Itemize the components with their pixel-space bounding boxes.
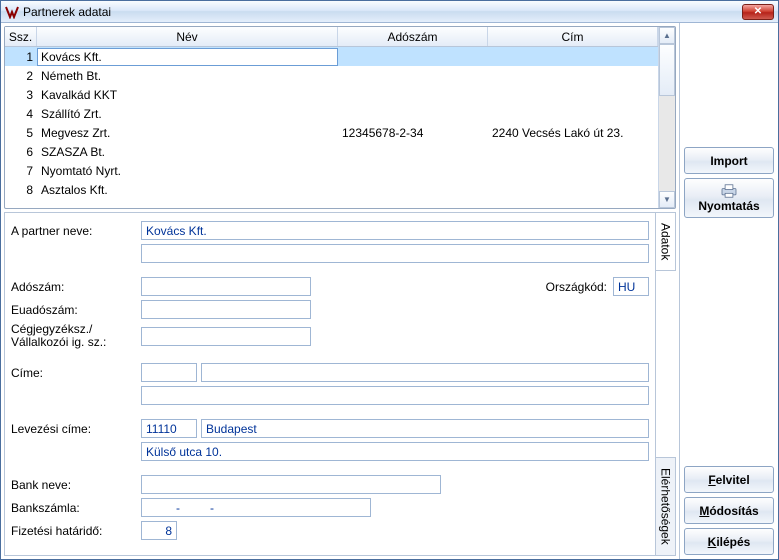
window: Partnerek adatai ✕ Ssz. Név Adószám Cím … xyxy=(0,0,779,560)
titlebar: Partnerek adatai ✕ xyxy=(1,1,778,23)
cell-nev: SZASZA Bt. xyxy=(37,145,338,159)
scroll-up-button[interactable]: ▲ xyxy=(659,27,675,44)
row-adoszam: Adószám: Országkód: xyxy=(11,277,649,296)
input-cegjegyzek[interactable] xyxy=(141,327,311,346)
cell-nev: Kovács Kft. xyxy=(37,48,338,66)
input-fizhat[interactable] xyxy=(141,521,177,540)
row-fizhat: Fizetési határidő: xyxy=(11,521,649,540)
input-cim-varos[interactable] xyxy=(201,363,649,382)
grid-scrollbar[interactable]: ▲ ▼ xyxy=(658,27,675,208)
right-column: Import Nyomtatás Felvitel Módosítás Kilé… xyxy=(680,23,778,559)
form-wrap: A partner neve: Adószám: Országkód: xyxy=(4,212,676,556)
label-adoszam: Adószám: xyxy=(11,280,141,294)
cell-ssz: 3 xyxy=(5,88,37,102)
input-orszagkod[interactable] xyxy=(613,277,649,296)
table-row[interactable]: 3Kavalkád KKT xyxy=(5,85,658,104)
close-icon: ✕ xyxy=(754,6,762,17)
label-levelezesi: Levezési címe: xyxy=(11,422,141,436)
input-adoszam[interactable] xyxy=(141,277,311,296)
cell-ssz: 1 xyxy=(5,50,37,64)
cell-ssz: 7 xyxy=(5,164,37,178)
row-cim-1: Címe: xyxy=(11,363,649,382)
scroll-down-button[interactable]: ▼ xyxy=(659,191,675,208)
left-column: Ssz. Név Adószám Cím 1Kovács Kft.2Németh… xyxy=(1,23,680,559)
col-header-ssz[interactable]: Ssz. xyxy=(5,27,37,46)
cell-nev: Asztalos Kft. xyxy=(37,183,338,197)
main-area: Ssz. Név Adószám Cím 1Kovács Kft.2Németh… xyxy=(1,23,778,559)
row-bank-neve: Bank neve: xyxy=(11,475,649,494)
table-row[interactable]: 7Nyomtató Nyrt. xyxy=(5,161,658,180)
felvitel-button[interactable]: Felvitel xyxy=(684,466,774,493)
input-lev-varos[interactable] xyxy=(201,419,649,438)
window-title: Partnerek adatai xyxy=(23,5,742,19)
input-cim-utca[interactable] xyxy=(141,386,649,405)
tab-elerhetosegek[interactable]: Elérhetőségek xyxy=(656,457,676,556)
cell-nev: Szállító Zrt. xyxy=(37,107,338,121)
cell-ssz: 2 xyxy=(5,69,37,83)
table-row[interactable]: 5Megvesz Zrt.12345678-2-342240 Vecsés La… xyxy=(5,123,658,142)
cell-ssz: 4 xyxy=(5,107,37,121)
row-cegjegyzek: Cégjegyzéksz./ Vállalkozói ig. sz.: xyxy=(11,323,649,349)
col-header-cim[interactable]: Cím xyxy=(488,27,658,46)
col-header-nev[interactable]: Név xyxy=(37,27,338,46)
label-bankszamla: Bankszámla: xyxy=(11,501,141,515)
label-bank-neve: Bank neve: xyxy=(11,478,141,492)
print-button[interactable]: Nyomtatás xyxy=(684,178,774,218)
form-tabs: Adatok Elérhetőségek xyxy=(656,212,676,556)
cell-nev: Megvesz Zrt. xyxy=(37,126,338,140)
partners-grid: Ssz. Név Adószám Cím 1Kovács Kft.2Németh… xyxy=(4,26,676,209)
label-cime: Címe: xyxy=(11,366,141,380)
label-orszagkod: Országkód: xyxy=(546,280,607,294)
table-row[interactable]: 8Asztalos Kft. xyxy=(5,180,658,199)
label-partner-neve: A partner neve: xyxy=(11,224,141,238)
col-header-ado[interactable]: Adószám xyxy=(338,27,488,46)
label-cegjegyzek: Cégjegyzéksz./ Vállalkozói ig. sz.: xyxy=(11,323,141,349)
table-row[interactable]: 1Kovács Kft. xyxy=(5,47,658,66)
cell-nev: Nyomtató Nyrt. xyxy=(37,164,338,178)
cell-ssz: 8 xyxy=(5,183,37,197)
form-body: A partner neve: Adószám: Országkód: xyxy=(4,212,656,556)
input-lev-irsz[interactable] xyxy=(141,419,197,438)
cell-nev: Németh Bt. xyxy=(37,69,338,83)
row-euadoszam: Euadószám: xyxy=(11,300,649,319)
row-lev-1: Levezési címe: xyxy=(11,419,649,438)
grid-body: Ssz. Név Adószám Cím 1Kovács Kft.2Németh… xyxy=(5,27,658,208)
table-row[interactable]: 4Szállító Zrt. xyxy=(5,104,658,123)
grid-header: Ssz. Név Adószám Cím xyxy=(5,27,658,47)
grid-rows: 1Kovács Kft.2Németh Bt.3Kavalkád KKT4Szá… xyxy=(5,47,658,199)
input-cim-irsz[interactable] xyxy=(141,363,197,382)
row-partner-neve: A partner neve: xyxy=(11,221,649,240)
scroll-thumb[interactable] xyxy=(659,44,675,96)
scroll-track[interactable] xyxy=(659,96,675,191)
row-partner-neve-2 xyxy=(11,244,649,263)
import-button[interactable]: Import xyxy=(684,147,774,174)
cell-ssz: 6 xyxy=(5,145,37,159)
modositas-button[interactable]: Módosítás xyxy=(684,497,774,524)
input-bank-neve[interactable] xyxy=(141,475,441,494)
row-lev-2 xyxy=(11,442,649,461)
input-bankszamla[interactable] xyxy=(141,498,371,517)
cell-ssz: 5 xyxy=(5,126,37,140)
row-cim-2 xyxy=(11,386,649,405)
label-euadoszam: Euadószám: xyxy=(11,303,141,317)
input-euadoszam[interactable] xyxy=(141,300,311,319)
cell-cim: 2240 Vecsés Lakó út 23. xyxy=(488,126,658,140)
app-icon xyxy=(5,5,19,19)
table-row[interactable]: 6SZASZA Bt. xyxy=(5,142,658,161)
row-bankszamla: Bankszámla: xyxy=(11,498,649,517)
table-row[interactable]: 2Németh Bt. xyxy=(5,66,658,85)
kilepes-button[interactable]: Kilépés xyxy=(684,528,774,555)
input-lev-utca[interactable] xyxy=(141,442,649,461)
tab-adatok[interactable]: Adatok xyxy=(656,212,676,271)
close-button[interactable]: ✕ xyxy=(742,4,774,20)
cell-ado: 12345678-2-34 xyxy=(338,126,488,140)
input-partner-neve-2[interactable] xyxy=(141,244,649,263)
printer-icon xyxy=(719,184,739,198)
input-partner-neve[interactable] xyxy=(141,221,649,240)
cell-nev: Kavalkád KKT xyxy=(37,88,338,102)
label-fizhat: Fizetési határidő: xyxy=(11,524,141,538)
